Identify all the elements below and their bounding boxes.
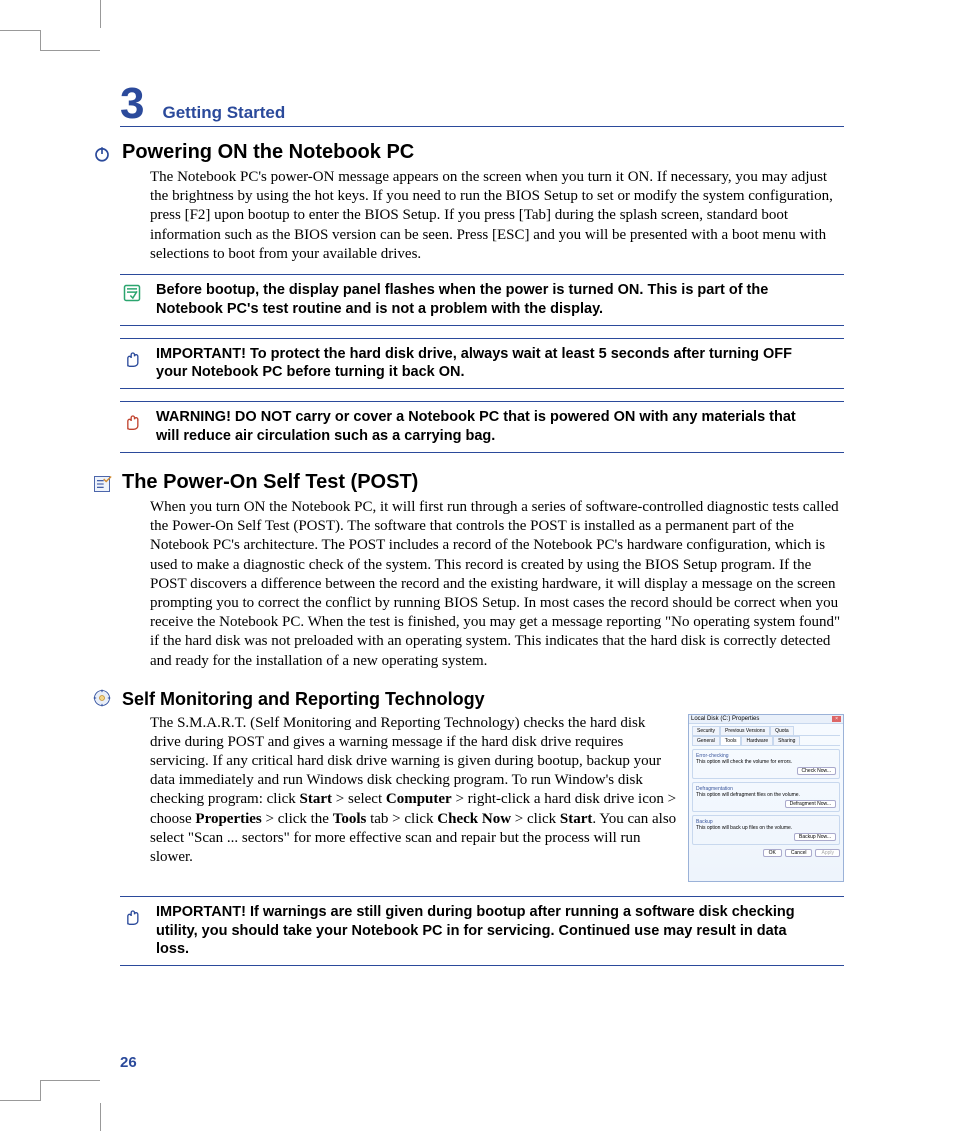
dialog-tabs-row1: Security Previous Versions Quota bbox=[692, 726, 840, 736]
tab-quota: Quota bbox=[770, 726, 794, 735]
chapter-header: 3 Getting Started bbox=[120, 82, 844, 127]
backup-text: This option will back up files on the vo… bbox=[696, 825, 836, 831]
apply-button: Apply bbox=[815, 849, 840, 857]
dialog-tabs-row2: General Tools Hardware Sharing bbox=[692, 736, 840, 746]
checklist-icon bbox=[90, 472, 114, 494]
check-now-button: Check Now... bbox=[797, 767, 836, 775]
tab-hardware: Hardware bbox=[741, 736, 773, 745]
dialog-titlebar: Local Disk (C:) Properties × bbox=[689, 715, 843, 724]
callout-important-2: IMPORTANT! If warnings are still given d… bbox=[120, 896, 844, 967]
chapter-number: 3 bbox=[120, 82, 144, 126]
disk-gear-icon bbox=[90, 686, 114, 708]
section-powering-on: Powering ON the Notebook PC The Notebook… bbox=[120, 141, 844, 264]
dialog-title-text: Local Disk (C:) Properties bbox=[691, 716, 759, 722]
section-title: Self Monitoring and Reporting Technology bbox=[122, 689, 485, 710]
backup-box: Backup This option will back up files on… bbox=[692, 815, 840, 845]
callout-important: IMPORTANT! To protect the hard disk driv… bbox=[120, 338, 844, 390]
backup-now-button: Backup Now... bbox=[794, 833, 836, 841]
defragment-now-button: Defragment Now... bbox=[785, 800, 836, 808]
page-content: 3 Getting Started Powering ON the Notebo… bbox=[0, 0, 954, 1131]
callout-note: Before bootup, the display panel flashes… bbox=[120, 274, 844, 326]
tab-security: Security bbox=[692, 726, 720, 735]
power-icon bbox=[90, 143, 114, 163]
callout-text: WARNING! DO NOT carry or cover a Noteboo… bbox=[156, 408, 818, 446]
hand-important-icon bbox=[120, 903, 144, 960]
error-checking-box: Error-checking This option will check th… bbox=[692, 749, 840, 779]
properties-dialog-figure: Local Disk (C:) Properties × Security Pr… bbox=[688, 714, 844, 882]
section-title: Powering ON the Notebook PC bbox=[122, 141, 414, 164]
tab-previous-versions: Previous Versions bbox=[720, 726, 770, 735]
section-post: The Power-On Self Test (POST) When you t… bbox=[120, 471, 844, 671]
dialog-button-row: OK Cancel Apply bbox=[692, 849, 840, 857]
callout-text: Before bootup, the display panel flashes… bbox=[156, 281, 818, 319]
page-number: 26 bbox=[120, 1054, 137, 1071]
callout-text: IMPORTANT! To protect the hard disk driv… bbox=[156, 345, 818, 383]
ok-button: OK bbox=[763, 849, 782, 857]
defrag-box: Defragmentation This option will defragm… bbox=[692, 782, 840, 812]
section-body: The Notebook PC's power-ON message appea… bbox=[150, 168, 844, 264]
error-checking-text: This option will check the volume for er… bbox=[696, 759, 836, 765]
smart-body: The S.M.A.R.T. (Self Monitoring and Repo… bbox=[150, 714, 678, 882]
tab-tools: Tools bbox=[720, 736, 742, 745]
defrag-text: This option will defragment files on the… bbox=[696, 792, 836, 798]
section-smart: Self Monitoring and Reporting Technology… bbox=[120, 685, 844, 882]
note-icon bbox=[120, 281, 144, 319]
section-body: When you turn ON the Notebook PC, it wil… bbox=[150, 498, 844, 671]
hand-warning-icon bbox=[120, 408, 144, 446]
close-icon: × bbox=[832, 716, 841, 722]
chapter-title: Getting Started bbox=[162, 103, 285, 123]
callout-warning: WARNING! DO NOT carry or cover a Noteboo… bbox=[120, 401, 844, 453]
tab-sharing: Sharing bbox=[773, 736, 800, 745]
hand-important-icon bbox=[120, 345, 144, 383]
cancel-button: Cancel bbox=[785, 849, 813, 857]
tab-general: General bbox=[692, 736, 720, 745]
callout-text: IMPORTANT! If warnings are still given d… bbox=[156, 903, 818, 960]
section-title: The Power-On Self Test (POST) bbox=[122, 471, 418, 494]
